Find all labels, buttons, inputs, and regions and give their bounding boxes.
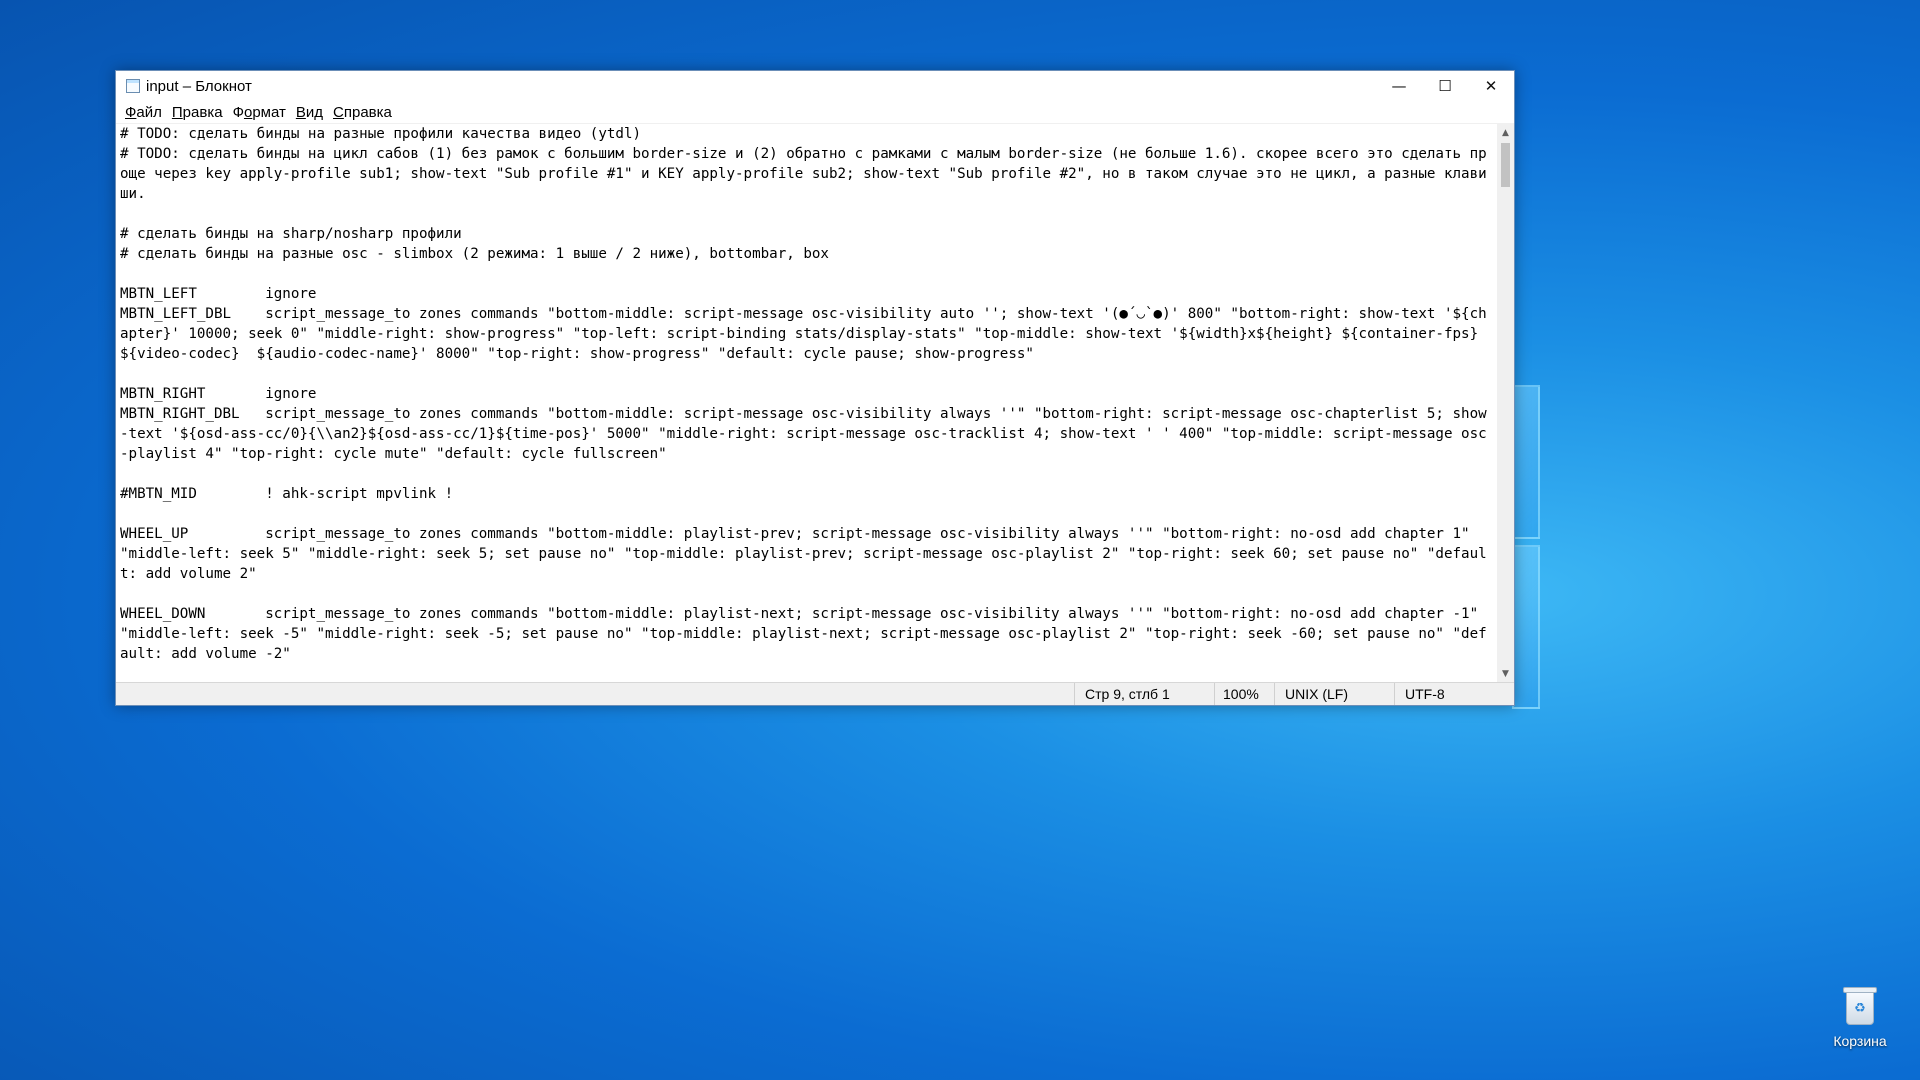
menu-file[interactable]: Файл (120, 103, 167, 122)
cursor-position: Стр 9, стлб 1 (1074, 683, 1214, 705)
minimize-button[interactable]: — (1376, 71, 1422, 101)
scroll-thumb[interactable] (1501, 143, 1510, 187)
status-bar: Стр 9, стлб 1 100% UNIX (LF) UTF-8 (116, 682, 1514, 705)
menu-help[interactable]: Справка (328, 103, 397, 122)
text-editor[interactable]: # TODO: сделать бинды на разные профили … (116, 124, 1497, 682)
menu-bar: Файл Правка Формат Вид Справка (116, 101, 1514, 123)
editor-line: MBTN_LEFT_DBL script_message_to zones co… (120, 306, 1496, 362)
encoding: UTF-8 (1394, 683, 1514, 705)
editor-line: # сделать бинды на разные osc - slimbox … (120, 246, 829, 262)
recycle-bin-icon[interactable]: ♻ (1843, 985, 1877, 1027)
menu-edit[interactable]: Правка (167, 103, 228, 122)
window-title: input – Блокнот (146, 77, 252, 95)
notepad-window[interactable]: input – Блокнот — ☐ ✕ Файл Правка Формат… (115, 70, 1515, 706)
recycle-bin[interactable]: ♻ Корзина (1820, 985, 1900, 1049)
windows-logo-pane-bottom (1512, 545, 1540, 709)
menu-format[interactable]: Формат (228, 103, 291, 122)
editor-line: WHEEL_DOWN script_message_to zones comma… (120, 606, 1487, 662)
windows-logo-pane-top (1512, 385, 1540, 539)
editor-line: WHEEL_UP script_message_to zones command… (120, 526, 1487, 582)
editor-line: MBTN_LEFT ignore (120, 286, 317, 302)
title-bar[interactable]: input – Блокнот — ☐ ✕ (116, 71, 1514, 101)
zoom-level: 100% (1214, 683, 1274, 705)
maximize-button[interactable]: ☐ (1422, 71, 1468, 101)
editor-line: MBTN_RIGHT ignore (120, 386, 317, 402)
scroll-down-icon[interactable]: ▼ (1497, 665, 1514, 682)
scroll-track[interactable] (1497, 141, 1514, 665)
editor-line: # TODO: сделать бинды на разные профили … (120, 126, 642, 142)
line-endings: UNIX (LF) (1274, 683, 1394, 705)
scroll-up-icon[interactable]: ▲ (1497, 124, 1514, 141)
vertical-scrollbar[interactable]: ▲ ▼ (1497, 124, 1514, 682)
menu-view[interactable]: Вид (291, 103, 328, 122)
editor-area: # TODO: сделать бинды на разные профили … (116, 123, 1514, 682)
editor-line: # сделать бинды на sharp/nosharp профили (120, 226, 462, 242)
editor-line: MBTN_RIGHT_DBL script_message_to zones c… (120, 406, 1487, 462)
close-button[interactable]: ✕ (1468, 71, 1514, 101)
recycle-bin-label[interactable]: Корзина (1833, 1033, 1886, 1049)
editor-line: # TODO: сделать бинды на цикл сабов (1) … (120, 146, 1487, 202)
notepad-icon (126, 79, 140, 93)
editor-line: #MBTN_MID ! ahk-script mpvlink ! (120, 486, 454, 502)
